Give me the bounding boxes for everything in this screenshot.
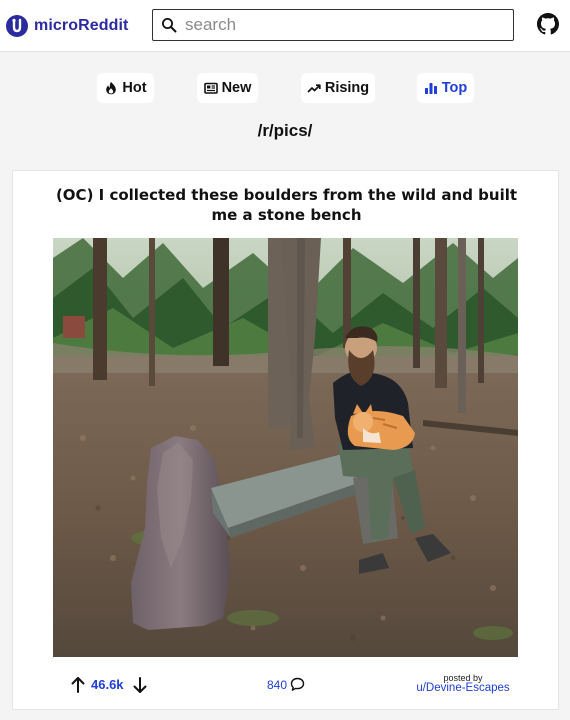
- brand-name: microReddit: [34, 17, 129, 34]
- bar-chart-icon: [424, 83, 437, 94]
- author-link[interactable]: u/Devine-Escapes: [398, 682, 528, 694]
- downvote-arrow-icon[interactable]: [132, 676, 148, 694]
- post-score: 46.6k: [91, 677, 124, 692]
- post-card: (OC) I collected these boulders from the…: [12, 170, 559, 710]
- brand-logo-link[interactable]: microReddit: [6, 14, 128, 38]
- comments-link[interactable]: 840: [267, 677, 305, 692]
- tab-top[interactable]: Top: [417, 73, 474, 103]
- upvote-arrow-icon[interactable]: [70, 676, 86, 694]
- comment-count: 840: [267, 677, 288, 692]
- tab-hot-label: Hot: [122, 80, 147, 96]
- tab-new[interactable]: New: [197, 73, 258, 103]
- search-icon: [162, 18, 177, 33]
- search-input[interactable]: [185, 12, 505, 38]
- subreddit-title: /r/pics/: [257, 121, 313, 140]
- top-bar: microReddit: [0, 0, 570, 52]
- tab-rising-label: Rising: [324, 80, 370, 96]
- tab-rising[interactable]: Rising: [301, 73, 375, 103]
- trending-up-icon: [307, 84, 321, 93]
- github-icon[interactable]: [537, 13, 559, 35]
- tab-top-label: Top: [441, 80, 468, 96]
- comment-bubble-icon: [290, 677, 305, 691]
- brand-logo-icon: [6, 15, 28, 37]
- newspaper-icon: [203, 82, 218, 94]
- post-title[interactable]: (OC) I collected these boulders from the…: [43, 185, 530, 225]
- search-box[interactable]: [152, 9, 514, 41]
- flame-icon: [106, 81, 117, 95]
- photo-man-with-cat-on-stone-bench: [53, 238, 518, 657]
- tab-new-label: New: [221, 80, 252, 96]
- tab-hot[interactable]: Hot: [97, 73, 154, 103]
- post-image[interactable]: [53, 238, 518, 657]
